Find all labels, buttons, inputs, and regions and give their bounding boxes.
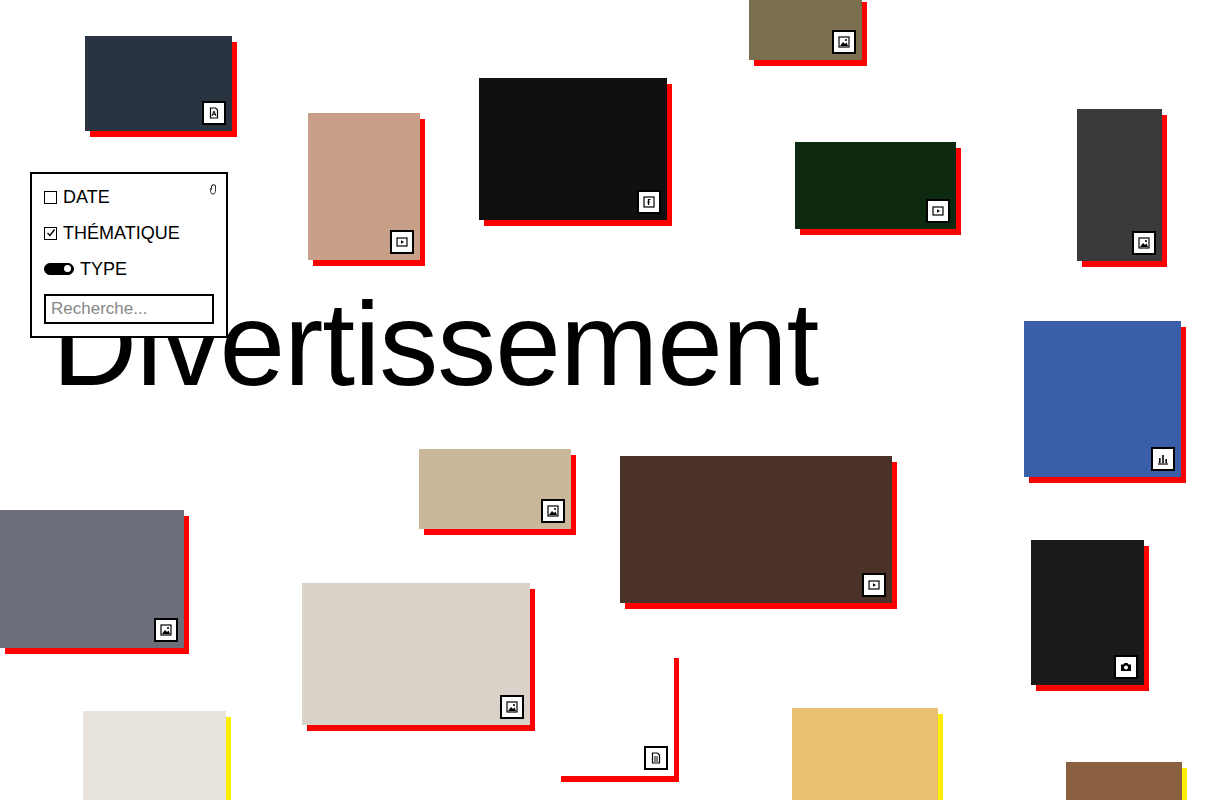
image-icon <box>500 695 524 719</box>
image-icon <box>154 618 178 642</box>
canvas: DivertissementDATETHÉMATIQUETYPE <box>0 0 1220 800</box>
media-tile[interactable] <box>795 142 956 229</box>
media-tile[interactable] <box>0 510 184 648</box>
filter-label: DATE <box>63 186 110 208</box>
media-tile[interactable] <box>302 583 530 725</box>
video-icon <box>390 230 414 254</box>
filter-panel: DATE THÉMATIQUE TYPE <box>30 172 228 338</box>
type-toggle[interactable] <box>44 263 74 275</box>
gif-icon <box>637 190 661 214</box>
filter-option[interactable]: DATE <box>44 186 214 208</box>
video-icon <box>862 573 886 597</box>
media-tile[interactable] <box>749 0 862 60</box>
search-input[interactable] <box>44 294 214 324</box>
video-icon <box>926 199 950 223</box>
drag-handle-icon[interactable] <box>208 182 222 196</box>
filter-checkbox[interactable] <box>44 191 57 204</box>
image-icon <box>1132 231 1156 255</box>
media-tile[interactable] <box>479 78 667 220</box>
filter-label: TYPE <box>80 258 127 280</box>
filter-label: THÉMATIQUE <box>63 222 180 244</box>
media-tile[interactable] <box>83 711 226 800</box>
media-tile[interactable] <box>1077 109 1162 261</box>
media-tile[interactable] <box>419 449 571 529</box>
image-icon <box>541 499 565 523</box>
media-tile[interactable] <box>620 456 892 603</box>
doc-icon <box>644 746 668 770</box>
media-tile[interactable] <box>308 113 420 260</box>
image-icon <box>832 30 856 54</box>
media-tile[interactable] <box>1024 321 1181 477</box>
media-tile[interactable] <box>1031 540 1144 685</box>
chart-icon <box>1151 447 1175 471</box>
media-tile[interactable] <box>792 708 938 800</box>
filter-option[interactable]: THÉMATIQUE <box>44 222 214 244</box>
media-tile[interactable] <box>1066 762 1182 800</box>
filter-option[interactable]: TYPE <box>44 258 214 280</box>
toggle-knob <box>64 265 71 272</box>
pdf-icon <box>202 101 226 125</box>
filter-checkbox[interactable] <box>44 227 57 240</box>
media-tile[interactable] <box>556 652 674 776</box>
camera-icon <box>1114 655 1138 679</box>
media-tile[interactable] <box>85 36 232 131</box>
